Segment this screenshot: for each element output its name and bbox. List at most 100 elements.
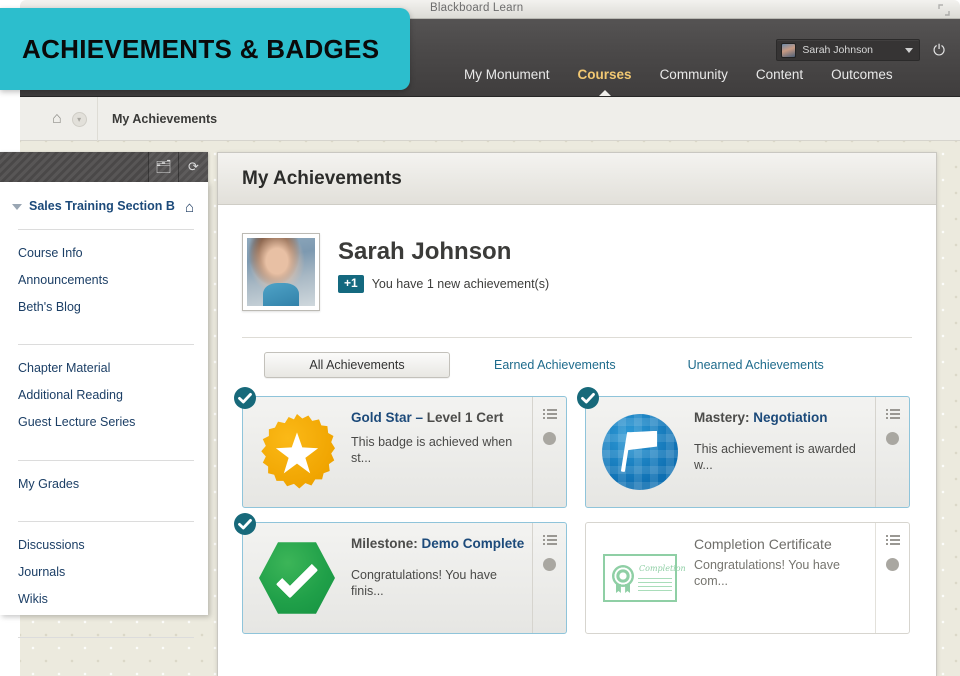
achievement-thumbnail [243, 397, 351, 507]
breadcrumb-icons: ⌂ ▾ [36, 97, 98, 141]
certificate-icon: Completion [603, 554, 677, 602]
profile-row: Sarah Johnson +1 You have 1 new achievem… [218, 205, 936, 311]
sidebar-item-chapter-material[interactable]: Chapter Material [0, 355, 208, 382]
chevron-down-icon [905, 48, 913, 53]
achievement-actions [875, 397, 909, 507]
sidebar-item-announcements[interactable]: Announcements [0, 267, 208, 294]
nav-item-courses[interactable]: Courses [564, 67, 646, 82]
achievement-actions [875, 523, 909, 633]
sidebar-item-discussions[interactable]: Discussions [0, 532, 208, 559]
overlay-banner-title: ACHIEVEMENTS & BADGES [22, 34, 379, 65]
achievement-card-body[interactable]: Completion Completion Certificate Congra… [585, 522, 910, 634]
sidebar-item-guest-lecture-series[interactable]: Guest Lecture Series [0, 409, 208, 436]
sidebar-item-beths-blog[interactable]: Beth's Blog [0, 294, 208, 321]
achievement-text: Mastery: Negotiation This achievement is… [694, 397, 875, 507]
achievement-text: Gold Star – Level 1 Cert This badge is a… [351, 397, 532, 507]
overlay-banner: ACHIEVEMENTS & BADGES [0, 8, 410, 90]
new-achievements-message: You have 1 new achievement(s) [372, 277, 549, 291]
course-menu-group-2: Chapter Material Additional Reading Gues… [0, 345, 208, 446]
tab-all-achievements[interactable]: All Achievements [264, 352, 450, 378]
course-menu-header: 🗂 ⟳ [0, 152, 208, 182]
achievement-card[interactable]: Gold Star – Level 1 Cert This badge is a… [242, 396, 567, 508]
tab-earned-achievements[interactable]: Earned Achievements [494, 358, 616, 372]
achievement-title-prefix: Completion Certificate [694, 536, 832, 552]
achievement-card-body[interactable]: Gold Star – Level 1 Cert This badge is a… [242, 396, 567, 508]
global-nav: My Monument Courses Community Content Ou… [450, 67, 907, 82]
list-menu-icon[interactable] [543, 535, 557, 546]
achievement-description: Congratulations! You have finis... [351, 567, 526, 600]
sidebar-item-wikis[interactable]: Wikis [0, 586, 208, 613]
list-menu-icon[interactable] [543, 409, 557, 420]
user-menu[interactable]: Sarah Johnson [776, 39, 920, 61]
green-hex-check-badge-icon [259, 540, 335, 616]
achievement-card[interactable]: Completion Completion Certificate Congra… [585, 522, 910, 634]
sidebar-item-my-grades[interactable]: My Grades [0, 471, 208, 498]
list-menu-icon[interactable] [886, 535, 900, 546]
list-menu-icon[interactable] [886, 409, 900, 420]
course-menu: Sales Training Section B ⌂ Course Info A… [0, 182, 208, 615]
content-header: My Achievements [218, 153, 936, 205]
earned-check-icon [233, 386, 257, 410]
achievement-text: Completion Certificate Congratulations! … [694, 523, 875, 633]
achievement-title-prefix: Milestone: [351, 536, 418, 551]
status-dot-icon[interactable] [543, 432, 556, 445]
nav-item-outcomes[interactable]: Outcomes [817, 67, 907, 82]
status-dot-icon[interactable] [886, 432, 899, 445]
breadcrumb: My Achievements [112, 97, 217, 141]
sidebar-item-journals[interactable]: Journals [0, 559, 208, 586]
profile-name: Sarah Johnson [338, 238, 549, 266]
collapse-triangle-icon[interactable] [12, 204, 22, 210]
achievement-filters: All Achievements Earned Achievements Une… [218, 338, 936, 378]
new-achievements-line: +1 You have 1 new achievement(s) [338, 275, 549, 293]
avatar-image [247, 238, 315, 306]
nav-item-community[interactable]: Community [646, 67, 742, 82]
status-badge: +1 [338, 275, 364, 293]
achievement-description: This badge is achieved when st... [351, 434, 526, 467]
tab-unearned-achievements[interactable]: Unearned Achievements [688, 358, 824, 372]
blue-flag-badge-icon [602, 414, 678, 490]
logout-power-button[interactable]: ⏻ [928, 39, 950, 61]
course-title-row[interactable]: Sales Training Section B ⌂ [0, 182, 208, 216]
user-menu-label: Sarah Johnson [802, 44, 873, 56]
course-menu-list-view-icon[interactable]: 🗂 [148, 152, 178, 182]
sidebar-item-additional-reading[interactable]: Additional Reading [0, 382, 208, 409]
window-title: Blackboard Learn [430, 2, 523, 14]
profile-text: Sarah Johnson +1 You have 1 new achievem… [338, 233, 549, 293]
achievement-card[interactable]: Milestone: Demo Complete Congratulations… [242, 522, 567, 634]
course-menu-header-buttons: 🗂 ⟳ [148, 152, 208, 182]
earned-check-icon [233, 512, 257, 536]
nav-item-content[interactable]: Content [742, 67, 817, 82]
chevron-down-circle-icon[interactable]: ▾ [72, 112, 87, 127]
achievement-text: Milestone: Demo Complete Congratulations… [351, 523, 532, 633]
sidebar-item-course-info[interactable]: Course Info [0, 240, 208, 267]
breadcrumb-bar: ⌂ ▾ My Achievements [20, 97, 960, 141]
course-menu-group-3: My Grades [0, 461, 208, 509]
status-dot-icon[interactable] [886, 558, 899, 571]
status-dot-icon[interactable] [543, 558, 556, 571]
achievement-card-body[interactable]: Milestone: Demo Complete Congratulations… [242, 522, 567, 634]
achievement-title: Completion Certificate [694, 536, 869, 554]
achievement-title: Milestone: Demo Complete [351, 536, 526, 553]
achievement-actions [532, 523, 566, 633]
course-menu-group-1: Course Info Announcements Beth's Blog [0, 230, 208, 331]
nav-item-my-monument[interactable]: My Monument [450, 67, 564, 82]
course-home-icon[interactable]: ⌂ [185, 199, 194, 216]
refresh-icon[interactable]: ⟳ [178, 152, 208, 182]
home-icon[interactable]: ⌂ [52, 111, 62, 127]
expand-window-icon[interactable] [938, 4, 950, 16]
achievement-description: This achievement is awarded w... [694, 441, 869, 474]
course-menu-group-4: Discussions Journals Wikis [0, 522, 208, 623]
course-title: Sales Training Section B [29, 198, 178, 215]
achievement-title: Mastery: Negotiation [694, 410, 869, 427]
achievement-card[interactable]: Mastery: Negotiation This achievement is… [585, 396, 910, 508]
user-avatar-icon [781, 43, 796, 58]
achievement-title-suffix: Demo Complete [422, 536, 525, 551]
achievement-card-body[interactable]: Mastery: Negotiation This achievement is… [585, 396, 910, 508]
achievement-title-suffix: Negotiation [753, 410, 827, 425]
avatar [242, 233, 320, 311]
gold-star-badge-icon [259, 414, 335, 490]
achievement-card-grid: Gold Star – Level 1 Cert This badge is a… [218, 378, 918, 634]
achievement-thumbnail: Completion [586, 523, 694, 633]
achievement-title-suffix: Level 1 Cert [427, 410, 504, 425]
screenshot-root: Blackboard Learn Sarah Johnson ⏻ My Monu… [0, 0, 960, 676]
